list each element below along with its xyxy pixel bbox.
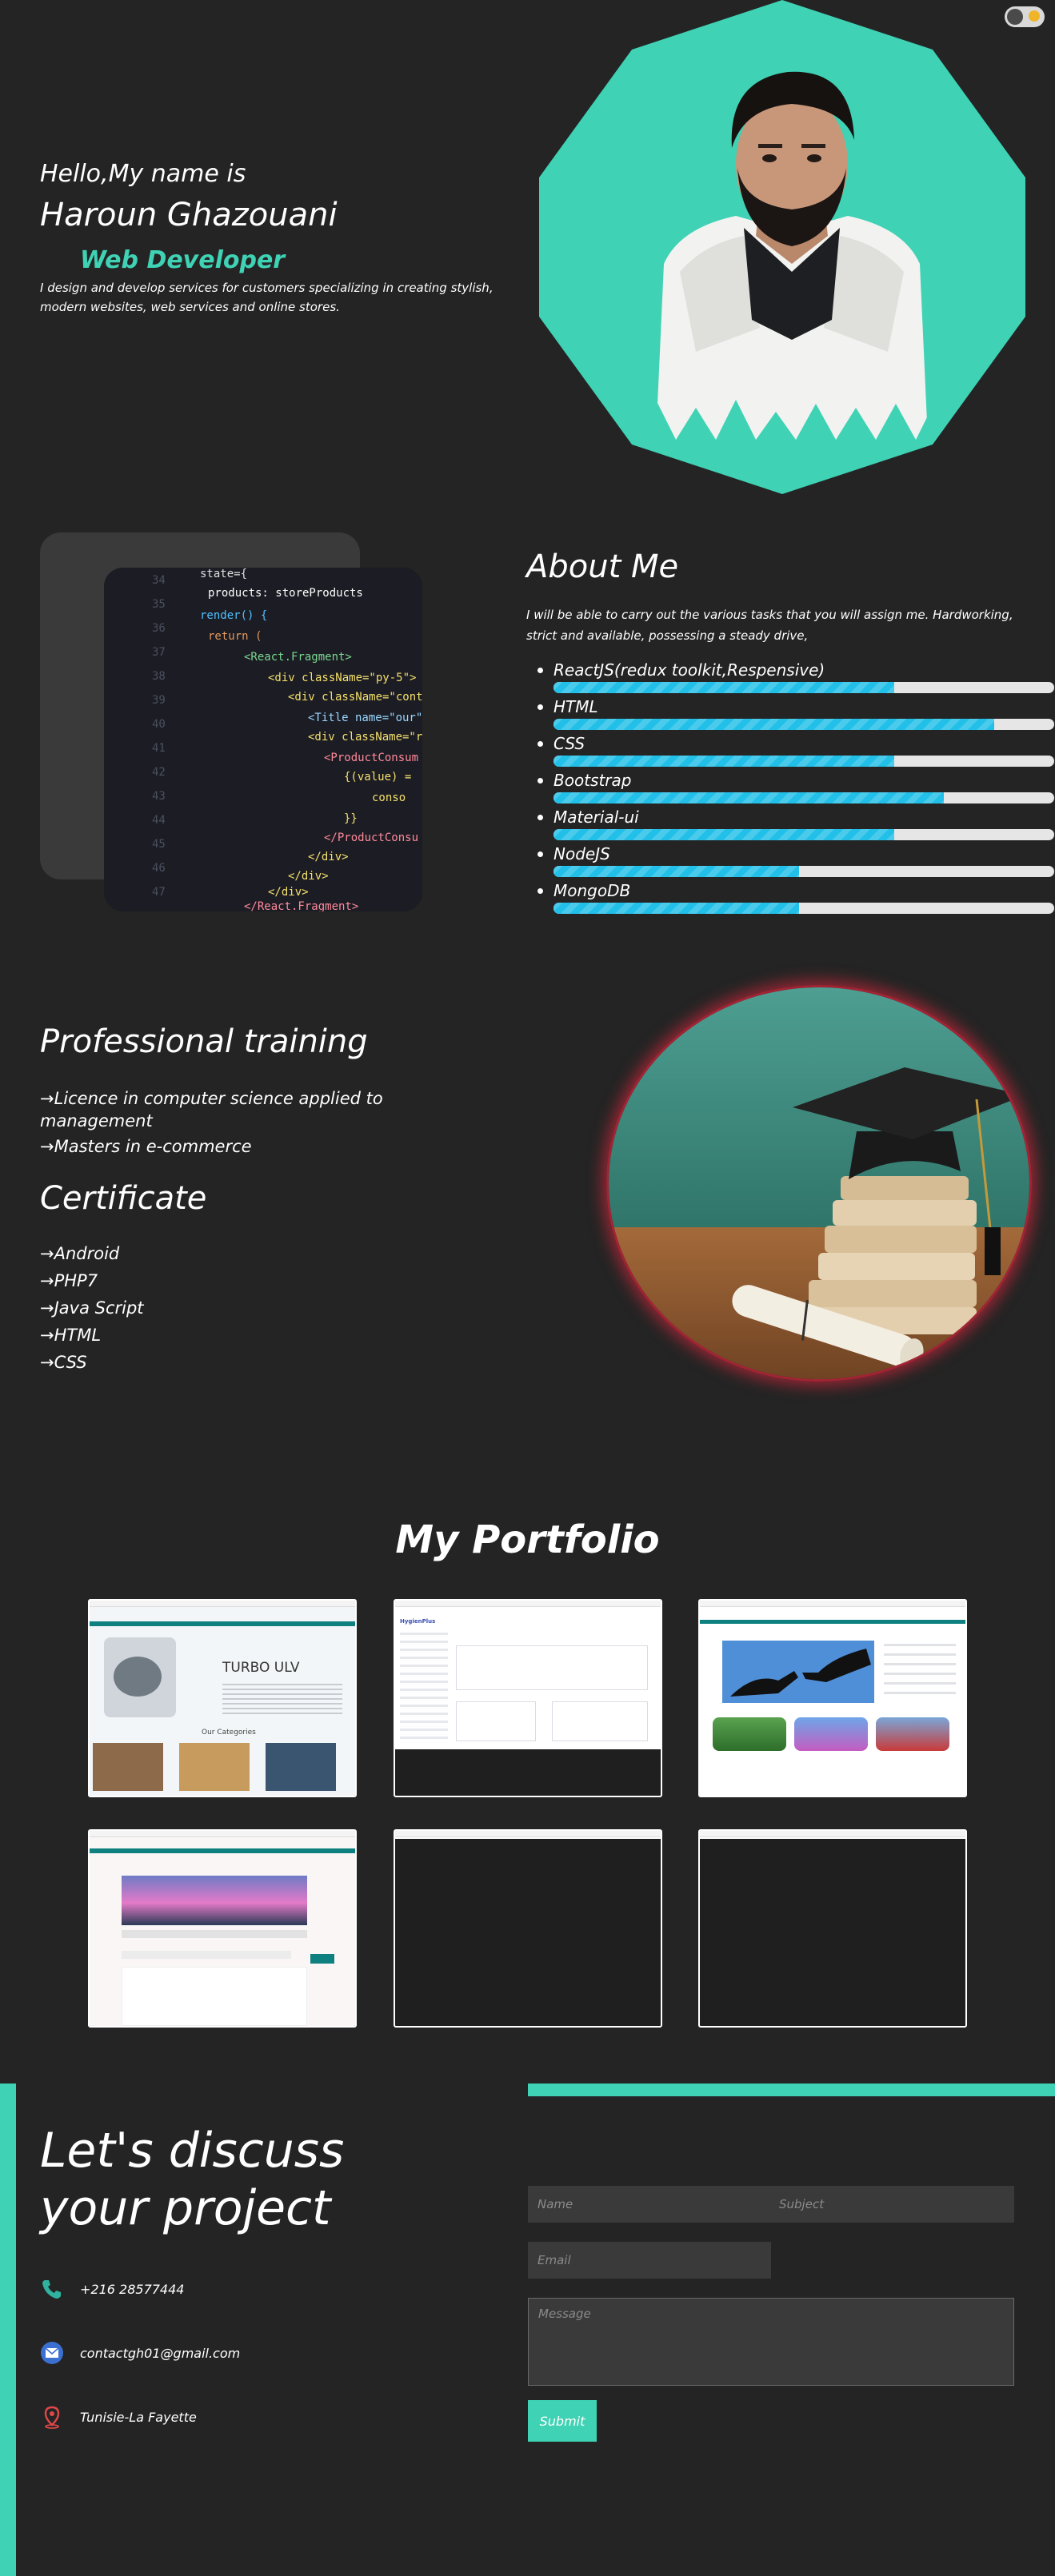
browser-bar <box>395 1601 661 1607</box>
project-screenshot <box>700 1831 965 1839</box>
certificate-item: →CSS <box>40 1353 87 1372</box>
code-image: 343536 373839 404142 434445 4647 state={… <box>104 568 422 911</box>
skill-progress-track <box>553 903 1054 914</box>
email-icon <box>41 2342 63 2364</box>
training-item: →Masters in e-commerce <box>40 1137 252 1156</box>
skills-list: ReactJS(redux toolkit,Respensive) HTML CSS… <box>537 660 1054 918</box>
skill-item: Material-ui <box>537 807 1054 844</box>
subject-input[interactable] <box>769 2186 1014 2223</box>
skill-item: ReactJS(redux toolkit,Respensive) <box>537 660 1054 697</box>
certificate-item: →PHP7 <box>40 1271 98 1290</box>
skill-item: HTML <box>537 697 1054 734</box>
bullet-icon <box>537 851 543 857</box>
portfolio-card[interactable]: TURBO ULV Our Categories <box>88 1599 357 1797</box>
skill-progress-fill <box>553 682 894 693</box>
message-input[interactable] <box>528 2298 1014 2386</box>
project-screenshot: HygienPlus <box>395 1601 661 1749</box>
browser-bar <box>700 1831 965 1837</box>
certificate-item: →Java Script <box>40 1298 144 1318</box>
contact-title: Let's discuss your project <box>40 2123 345 2236</box>
bullet-icon <box>537 741 543 747</box>
portfolio-title: My Portfolio <box>395 1517 660 1562</box>
training-title: Professional training <box>40 1023 368 1060</box>
project-screenshot <box>395 1831 661 1839</box>
bullet-icon <box>537 668 543 673</box>
skill-item: NodeJS <box>537 844 1054 881</box>
skill-progress-fill <box>553 866 799 877</box>
skill-label: MongoDB <box>553 881 631 900</box>
project-screenshot: TURBO ULV Our Categories <box>90 1601 355 1796</box>
skill-item: CSS <box>537 734 1054 771</box>
skill-progress-fill <box>553 719 994 730</box>
accent-side-bar <box>0 2084 16 2576</box>
accent-top-bar <box>528 2084 1055 2096</box>
phone-text: +216 28577444 <box>80 2282 185 2297</box>
training-item: →Licence in computer science applied to … <box>40 1089 383 1130</box>
bullet-icon <box>537 815 543 820</box>
skill-progress-track <box>553 719 1054 730</box>
portfolio-card[interactable] <box>394 1829 662 2028</box>
certificate-item: →HTML <box>40 1326 102 1345</box>
phone-icon <box>42 2280 61 2299</box>
skill-progress-track <box>553 829 1054 840</box>
skill-progress-track <box>553 682 1054 693</box>
skill-progress-fill <box>553 756 894 767</box>
hero-intro: I design and develop services for custom… <box>40 281 494 314</box>
skill-label: NodeJS <box>553 844 610 863</box>
skill-label: Material-ui <box>553 807 639 827</box>
skill-item: Bootstrap <box>537 771 1054 807</box>
portfolio-card[interactable] <box>698 1829 967 2028</box>
browser-bar <box>700 1601 965 1607</box>
address-text: Tunisie-La Fayette <box>80 2410 197 2425</box>
project-screenshot <box>700 1601 965 1796</box>
skill-item: MongoDB <box>537 881 1054 918</box>
name-input[interactable] <box>528 2186 776 2223</box>
email-text: contactgh01@gmail.com <box>80 2346 241 2361</box>
bullet-icon <box>537 704 543 710</box>
training-list: →Licence in computer science applied to … <box>40 1087 416 1161</box>
project-brand: HygienPlus <box>400 1618 436 1625</box>
hands-image <box>722 1641 874 1703</box>
bullet-icon <box>537 888 543 894</box>
browser-bar <box>395 1831 661 1837</box>
bullet-icon <box>537 778 543 784</box>
submit-button[interactable]: Submit <box>528 2400 597 2442</box>
browser-bar <box>90 1831 355 1837</box>
skill-progress-track <box>553 792 1054 804</box>
skill-progress-track <box>553 756 1054 767</box>
skill-progress-track <box>553 866 1054 877</box>
skill-label: Bootstrap <box>553 771 632 790</box>
email-input[interactable] <box>528 2242 771 2279</box>
skill-label: HTML <box>553 697 598 716</box>
mountain-image <box>122 1876 307 1925</box>
skill-label: CSS <box>553 734 585 753</box>
skill-progress-fill <box>553 792 945 804</box>
project-subheading: Our Categories <box>202 1729 256 1737</box>
browser-bar <box>90 1601 355 1607</box>
hero-name: Haroun Ghazouani <box>40 197 338 233</box>
portfolio-card[interactable] <box>88 1829 357 2028</box>
certificate-item: →Android <box>40 1244 120 1263</box>
skill-progress-fill <box>553 903 799 914</box>
location-pin-icon <box>44 2406 60 2429</box>
profile-photo <box>656 71 928 440</box>
portfolio-card[interactable]: HygienPlus <box>394 1599 662 1797</box>
about-title: About Me <box>526 548 679 585</box>
project-screenshot <box>90 1831 355 2026</box>
skill-label: ReactJS(redux toolkit,Respensive) <box>553 660 825 680</box>
hero-greeting: Hello,My name is <box>40 160 246 188</box>
certificate-title: Certificate <box>40 1180 207 1217</box>
hero-role: Web Developer <box>80 246 286 274</box>
skill-progress-fill <box>553 829 894 840</box>
project-heading: TURBO ULV <box>222 1660 300 1676</box>
certificate-list: →Android →PHP7 →Java Script →HTML →CSS <box>40 1244 144 1380</box>
about-text: I will be able to carry out the various … <box>526 608 1013 643</box>
portfolio-card[interactable] <box>698 1599 967 1797</box>
graduation-image <box>606 985 1032 1382</box>
